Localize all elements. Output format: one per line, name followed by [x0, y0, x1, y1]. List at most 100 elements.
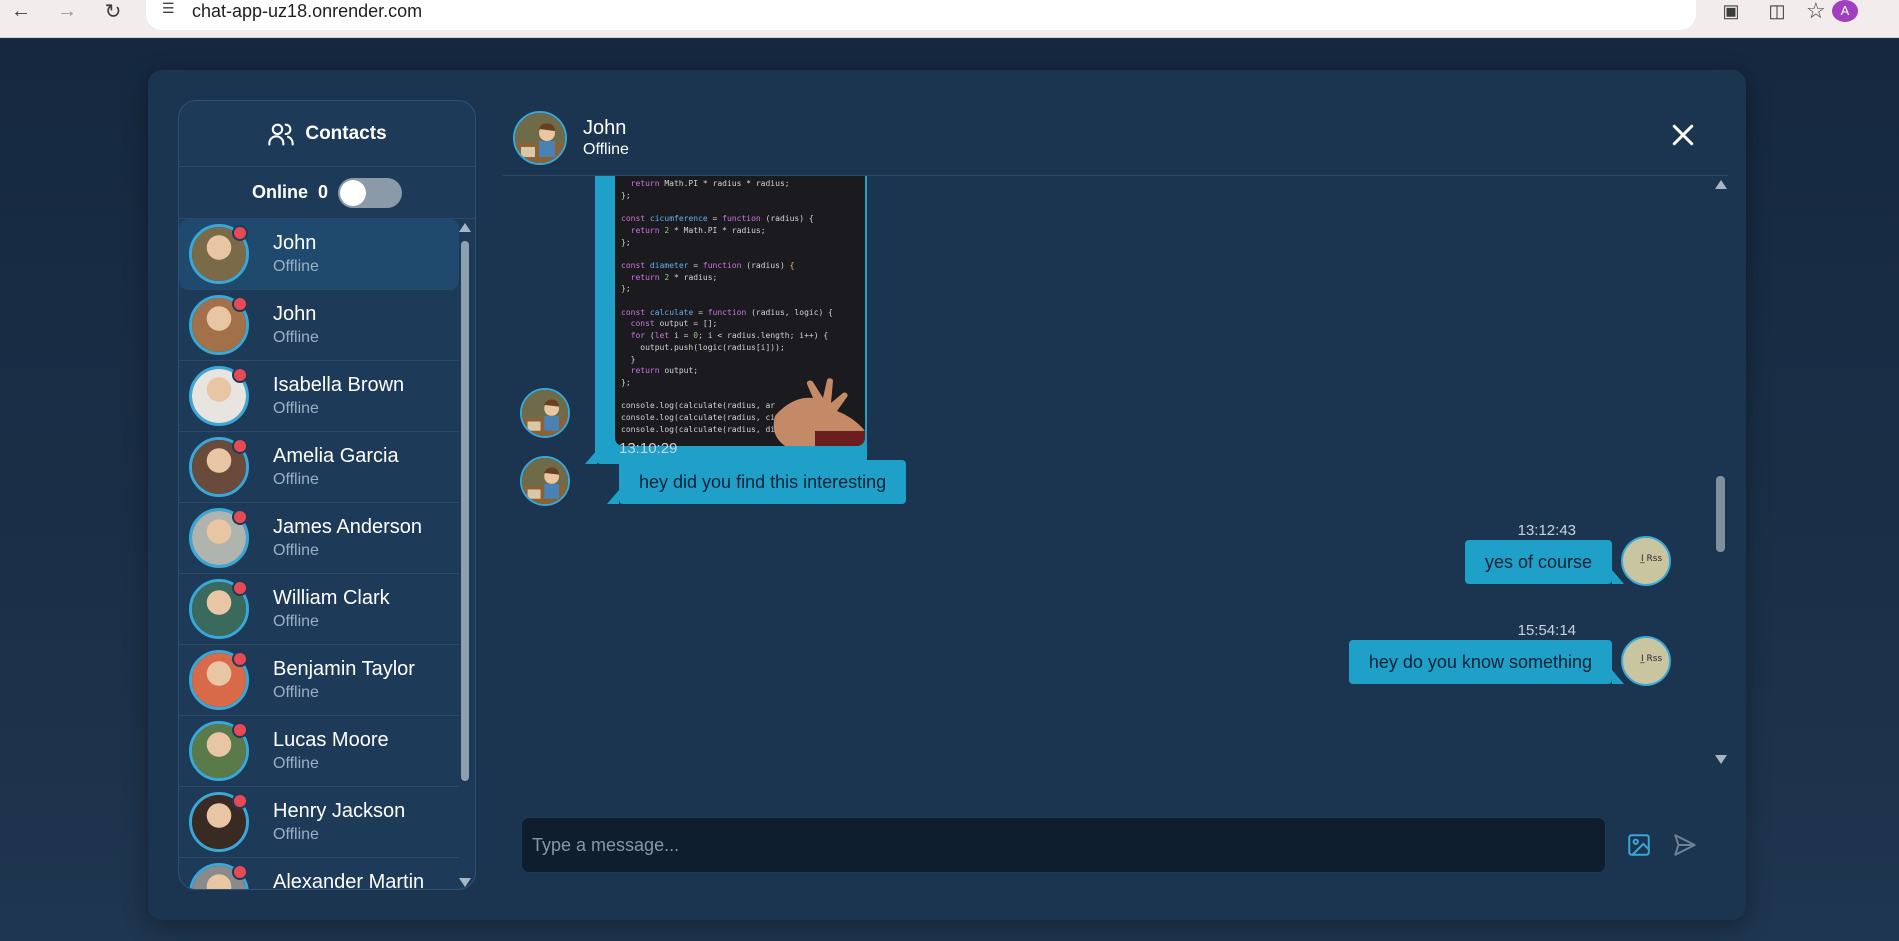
message-input[interactable]: [522, 818, 1605, 872]
contact-status: Offline: [273, 471, 319, 488]
contact-item[interactable]: Amelia Garcia Offline: [179, 432, 459, 503]
contact-item[interactable]: James Anderson Offline: [179, 503, 459, 574]
contact-status: Offline: [273, 258, 319, 275]
contact-item[interactable]: Isabella Brown Offline: [179, 361, 459, 432]
own-avatar: I̲ Rss: [1621, 536, 1671, 586]
chat-contact-avatar[interactable]: [513, 110, 567, 165]
message-list: return Math.PI * radius * radius; }; con…: [503, 176, 1728, 776]
hand-icon: [773, 378, 865, 446]
offline-status-dot: [232, 296, 248, 312]
contact-name: Amelia Garcia: [273, 445, 399, 467]
contact-name: William Clark: [273, 587, 390, 609]
scroll-up-arrow-icon[interactable]: [1715, 180, 1727, 189]
online-only-toggle[interactable]: [338, 177, 403, 208]
contact-status: Offline: [273, 613, 319, 630]
scroll-up-arrow-icon[interactable]: [459, 223, 471, 232]
offline-status-dot: [232, 225, 248, 241]
contact-item[interactable]: William Clark Offline: [179, 574, 459, 645]
contact-name: Benjamin Taylor: [273, 658, 415, 680]
offline-status-dot: [232, 580, 248, 596]
attach-image-icon[interactable]: [1626, 832, 1652, 858]
contact-item[interactable]: Alexander MartinOffline: [179, 858, 459, 890]
child-reading-icon: [522, 390, 568, 436]
scroll-down-arrow-icon[interactable]: [459, 878, 471, 887]
offline-status-dot: [232, 367, 248, 383]
child-reading-icon: [515, 112, 565, 163]
message-bubble[interactable]: yes of course: [1464, 540, 1624, 584]
scroll-down-arrow-icon[interactable]: [1715, 755, 1727, 764]
contact-avatar: [189, 224, 249, 284]
contact-name: Isabella Brown: [273, 374, 405, 396]
chat-app-window: Contacts Online 0 John Offline John Offline…: [148, 70, 1746, 920]
own-avatar-glyph: I̲ Rss: [1641, 554, 1663, 564]
image-message[interactable]: return Math.PI * radius * radius; }; con…: [585, 176, 867, 464]
contact-avatar: [189, 721, 249, 781]
message-text: yes of course: [1484, 552, 1592, 572]
contacts-scrollbar[interactable]: [459, 219, 471, 889]
contact-item[interactable]: Benjamin Taylor Offline: [179, 645, 459, 716]
offline-status-dot: [232, 864, 248, 880]
code-screenshot-image[interactable]: return Math.PI * radius * radius; }; con…: [615, 176, 865, 446]
url-text: chat-app-uz18.onrender.com: [192, 1, 423, 21]
offline-status-dot: [232, 438, 248, 454]
chat-contact-status: Offline: [583, 140, 629, 158]
contact-name: Alexander Martin: [273, 871, 425, 890]
contact-item[interactable]: Henry Jackson Offline: [179, 787, 459, 858]
contact-avatar: [189, 579, 249, 639]
contact-name: Henry Jackson: [273, 800, 406, 822]
chat-contact-name: John: [583, 116, 627, 139]
picture-in-picture-icon[interactable]: ▣: [1718, 0, 1744, 22]
message-composer: [521, 817, 1606, 873]
scrollbar-thumb[interactable]: [461, 241, 469, 781]
bubble-tail: [585, 450, 597, 464]
site-settings-icon[interactable]: ☰: [162, 0, 182, 20]
offline-status-dot: [232, 793, 248, 809]
back-icon[interactable]: ←: [6, 0, 36, 22]
browser-toolbar: ← → ↻ ☰ chat-app-uz18.onrender.com ☆ ▣ ◫…: [0, 0, 1899, 38]
online-filter: Online 0: [179, 167, 475, 219]
contact-list: John Offline John Offline Isabella Brown Offl…: [179, 219, 459, 890]
online-count: 0: [318, 182, 329, 202]
message-text: hey do you know something: [1368, 652, 1592, 672]
contact-status: Offline: [273, 755, 319, 772]
profile-avatar[interactable]: A: [1832, 0, 1858, 22]
close-icon[interactable]: [1668, 120, 1698, 150]
own-avatar-glyph: I̲ Rss: [1641, 654, 1663, 664]
contact-avatar: [189, 366, 249, 426]
contact-name: Lucas Moore: [273, 729, 389, 751]
contact-item[interactable]: John Offline: [179, 290, 459, 361]
bubble-tail: [607, 490, 619, 504]
contact-avatar: [189, 863, 249, 889]
contacts-title: Contacts: [305, 122, 387, 144]
chat-header: John Offline: [503, 100, 1728, 176]
online-label: Online: [251, 182, 308, 202]
message-sender-avatar: [520, 456, 570, 506]
message-bubble[interactable]: hey do you know something: [1348, 640, 1624, 684]
contact-name: John: [273, 232, 317, 254]
extensions-icon[interactable]: ◫: [1764, 0, 1790, 22]
contacts-header: Contacts: [179, 101, 475, 167]
message-text: hey did you find this interesting: [639, 472, 887, 492]
reload-icon[interactable]: ↻: [98, 0, 128, 23]
message-timestamp: 13:10:29: [619, 440, 678, 457]
contact-avatar: [189, 650, 249, 710]
message-bubble[interactable]: hey did you find this interesting: [607, 460, 907, 504]
contact-status: Offline: [273, 826, 319, 843]
own-avatar: I̲ Rss: [1621, 636, 1671, 686]
send-icon[interactable]: [1672, 832, 1698, 858]
messages-scrollbar[interactable]: [1714, 176, 1728, 776]
contact-item[interactable]: John Offline: [179, 219, 459, 290]
bubble-tail: [1612, 570, 1624, 584]
toggle-knob: [340, 179, 367, 206]
users-icon: [268, 123, 295, 146]
address-bar[interactable]: ☰ chat-app-uz18.onrender.com ☆: [146, 0, 1826, 30]
contact-status: Offline: [273, 542, 319, 559]
scrollbar-thumb[interactable]: [1716, 476, 1725, 552]
bookmark-star-icon[interactable]: ☆: [1806, 0, 1826, 22]
contact-item[interactable]: Lucas Moore Offline: [179, 716, 459, 787]
contact-avatar: [189, 792, 249, 852]
contact-avatar: [189, 437, 249, 497]
forward-icon[interactable]: →: [52, 0, 82, 22]
offline-status-dot: [232, 651, 248, 667]
message-timestamp: 13:12:43: [1517, 522, 1576, 539]
